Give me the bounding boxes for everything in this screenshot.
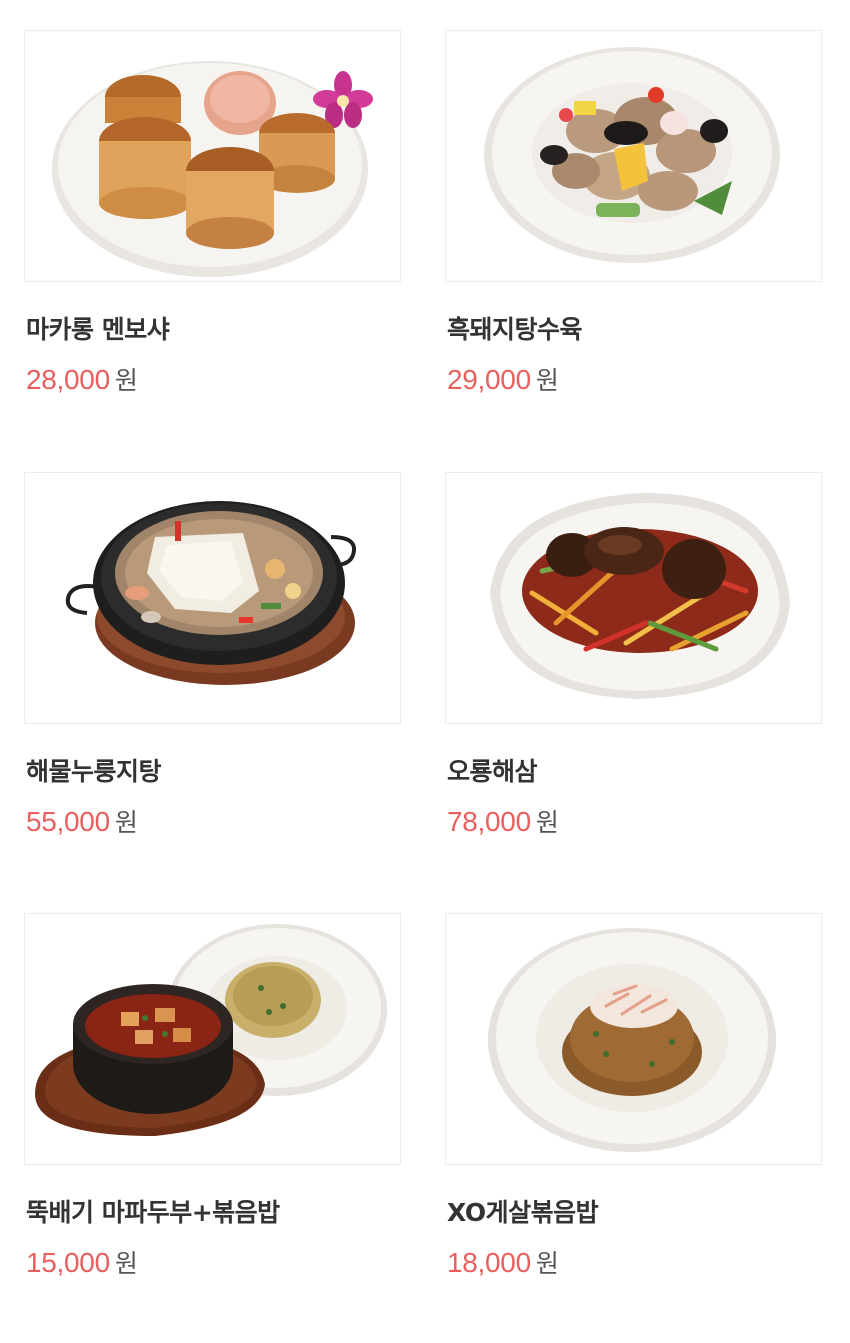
menu-item-price: 29,000 [447, 364, 531, 395]
menu-item-currency: 원 [114, 808, 138, 837]
menu-item-image[interactable] [24, 913, 401, 1165]
menu-item-price-row: 78,000 원 [447, 806, 822, 842]
menu-item-price: 18,000 [447, 1247, 531, 1278]
menu-item-price-row: 29,000 원 [447, 364, 822, 400]
menu-item-price: 15,000 [26, 1247, 110, 1278]
menu-item-price: 78,000 [447, 806, 531, 837]
xo-crab-fried-rice-image [488, 928, 776, 1152]
menu-item-currency: 원 [114, 1249, 138, 1278]
menu-item-price-row: 28,000 원 [26, 364, 401, 400]
menu-item-name[interactable]: 마카롱 멘보샤 [26, 313, 401, 347]
menu-item-image[interactable] [24, 30, 401, 282]
menu-item-name[interactable]: XO게살볶음밥 [447, 1196, 822, 1230]
menu-item-currency: 원 [114, 366, 138, 395]
menu-item-price-row: 18,000 원 [447, 1247, 822, 1283]
menu-item-image[interactable] [24, 472, 401, 724]
menu-item-currency: 원 [535, 808, 559, 837]
menu-item-card[interactable]: 해물누룽지탕 55,000 원 [24, 472, 401, 842]
braised-sea-cucumber-image [490, 492, 790, 699]
menu-item-price-row: 15,000 원 [26, 1247, 401, 1283]
menu-item-price: 28,000 [26, 364, 110, 395]
menu-item-name[interactable]: 오룡해삼 [447, 755, 822, 789]
menu-item-card[interactable]: 뚝배기 마파두부+볶음밥 15,000 원 [24, 913, 401, 1283]
seafood-rice-crust-soup-image [65, 501, 356, 685]
menu-item-name[interactable]: 뚝배기 마파두부+볶음밥 [26, 1196, 401, 1230]
sweet-and-sour-pork-image [484, 47, 780, 263]
menu-item-currency: 원 [535, 1249, 559, 1278]
menu-item-name[interactable]: 흑돼지탕수육 [447, 313, 822, 347]
menu-item-price: 55,000 [26, 806, 110, 837]
menu-item-image[interactable] [445, 30, 822, 282]
mapo-tofu-fried-rice-image [35, 924, 387, 1136]
fried-shrimp-toast-image [52, 61, 373, 277]
menu-item-card[interactable]: 흑돼지탕수육 29,000 원 [445, 30, 822, 400]
menu-item-price-row: 55,000 원 [26, 806, 401, 842]
menu-item-image[interactable] [445, 913, 822, 1165]
menu-item-card[interactable]: 오룡해삼 78,000 원 [445, 472, 822, 842]
menu-item-name[interactable]: 해물누룽지탕 [26, 755, 401, 789]
menu-item-image[interactable] [445, 472, 822, 724]
menu-item-currency: 원 [535, 366, 559, 395]
menu-item-card[interactable]: XO게살볶음밥 18,000 원 [445, 913, 822, 1283]
menu-item-card[interactable]: 마카롱 멘보샤 28,000 원 [24, 30, 401, 400]
